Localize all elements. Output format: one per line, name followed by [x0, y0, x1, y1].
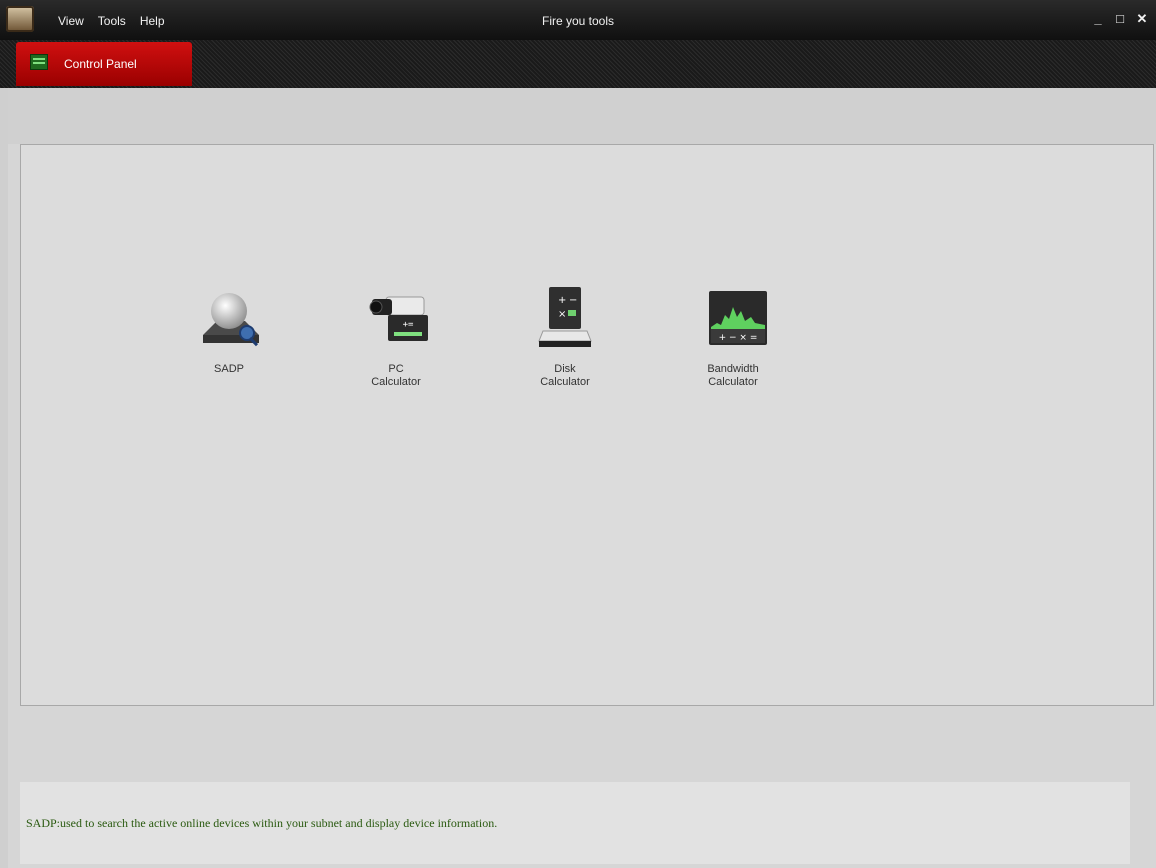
svg-text:−: − [569, 295, 577, 306]
tool-label: PC Calculator [371, 363, 421, 388]
close-button[interactable]: ✕ [1136, 12, 1148, 26]
left-edge [0, 88, 8, 868]
tool-bandwidth-calculator[interactable]: + − × = Bandwidth Calculator [673, 285, 793, 389]
svg-text:+ − × =: + − × = [719, 333, 758, 343]
tool-label: Disk Calculator [540, 363, 590, 388]
svg-text:+=: += [403, 320, 414, 330]
tool-pc-calculator[interactable]: += PC Calculator [336, 285, 456, 389]
tab-label: Control Panel [64, 57, 137, 71]
bandwidth-calculator-icon: + − × = [709, 291, 767, 345]
disk-calculator-icon: + − × [538, 287, 592, 347]
minimize-button[interactable]: _ [1092, 12, 1104, 26]
tool-label: Bandwidth Calculator [707, 363, 759, 388]
tool-disk-calculator[interactable]: + − × Disk Calculator [505, 285, 625, 389]
title-bar: View Tools Help Fire you tools _ □ ✕ [0, 0, 1156, 40]
tool-label: SADP [214, 363, 244, 375]
toolbar-strip [8, 88, 1156, 144]
tools-panel: SADP += PC Calculator + − × Disk Calcula… [20, 144, 1154, 706]
control-panel-icon [30, 54, 48, 70]
sadp-icon [203, 293, 259, 347]
window-controls: _ □ ✕ [1092, 12, 1148, 26]
tab-control-panel[interactable]: Control Panel [16, 42, 192, 86]
maximize-button[interactable]: □ [1114, 12, 1126, 26]
svg-text:×: × [558, 309, 566, 320]
status-text: SADP:used to search the active online de… [26, 816, 498, 830]
pc-calculator-icon: += [369, 296, 428, 341]
window-title: Fire you tools [541, 14, 615, 28]
tool-sadp[interactable]: SADP [169, 285, 289, 376]
svg-text:+: + [558, 295, 566, 306]
status-area: SADP:used to search the active online de… [20, 782, 1130, 864]
